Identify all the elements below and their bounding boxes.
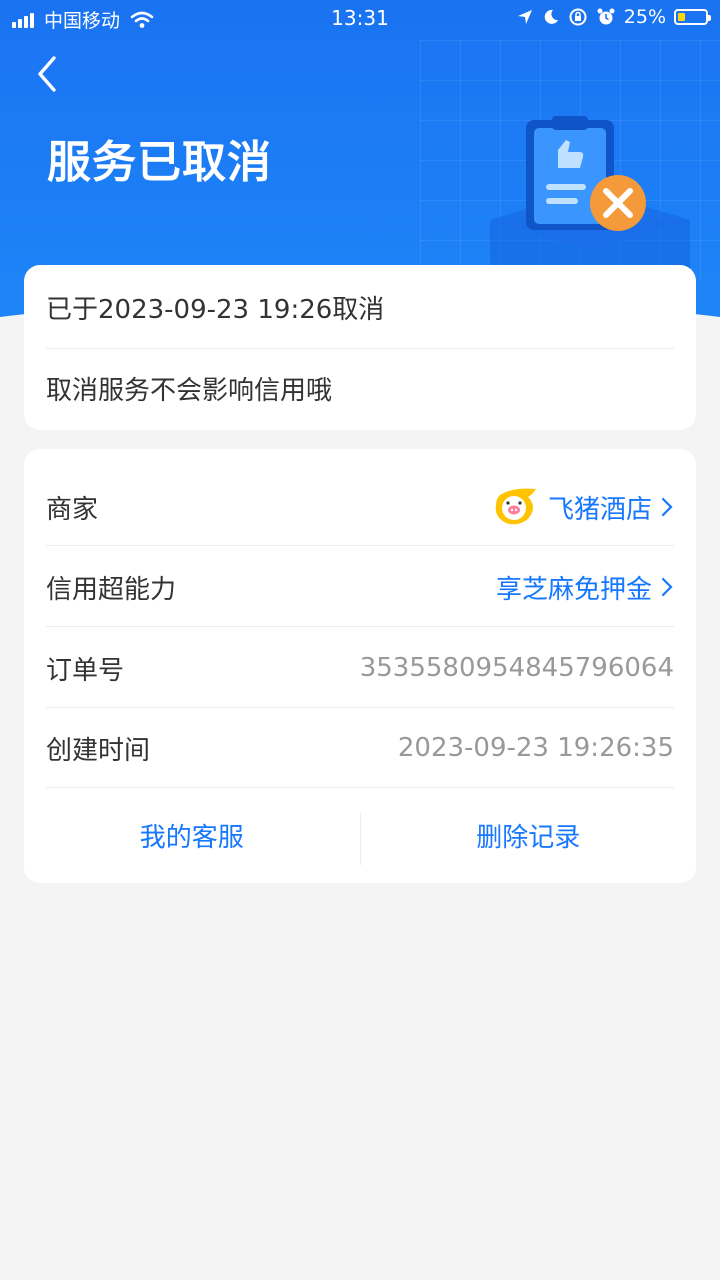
rotation-lock-icon (569, 8, 587, 26)
chevron-left-icon (38, 56, 56, 92)
credit-row[interactable]: 信用超能力 享芝麻免押金 (46, 547, 674, 627)
customer-service-button[interactable]: 我的客服 (24, 787, 360, 883)
merchant-link[interactable]: 飞猪酒店 (492, 487, 674, 527)
cancel-time-text: 已于2023-09-23 19:26取消 (46, 294, 385, 325)
action-bar: 我的客服 删除记录 (24, 787, 696, 883)
battery-icon (674, 9, 711, 25)
created-time-row: 创建时间 2023-09-23 19:26:35 (46, 708, 674, 788)
merchant-label: 商家 (46, 494, 99, 525)
order-number-label: 订单号 (46, 655, 125, 686)
credit-value: 享芝麻免押金 (495, 574, 652, 605)
divider (46, 626, 674, 627)
order-number-row: 订单号 3535580954845796064 (46, 628, 674, 708)
chevron-right-icon (661, 577, 673, 597)
created-time-label: 创建时间 (46, 735, 151, 766)
back-button[interactable] (30, 52, 70, 96)
divider (46, 545, 674, 546)
alarm-icon (597, 8, 615, 25)
battery-percent: 25% (623, 6, 666, 28)
merchant-name: 飞猪酒店 (547, 494, 652, 525)
moon-icon (544, 9, 558, 24)
credit-link[interactable]: 享芝麻免押金 (496, 569, 674, 606)
cancel-notice-card: 已于2023-09-23 19:26取消 取消服务不会影响信用哦 (24, 265, 696, 430)
credit-note-row: 取消服务不会影响信用哦 (46, 348, 674, 428)
status-bar: 中国移动 13:31 25% (0, 0, 720, 38)
fliggy-logo-icon (495, 488, 536, 525)
merchant-row[interactable]: 商家 飞猪酒店 (46, 467, 674, 547)
cancelled-document-icon (490, 116, 690, 280)
cancel-time-row: 已于2023-09-23 19:26取消 (46, 267, 674, 347)
credit-label: 信用超能力 (46, 574, 177, 605)
page-title: 服务已取消 (47, 137, 272, 188)
credit-note-text: 取消服务不会影响信用哦 (46, 375, 333, 406)
location-icon (517, 10, 532, 24)
order-number-value: 3535580954845796064 (359, 653, 674, 683)
delete-record-button[interactable]: 删除记录 (361, 787, 697, 883)
created-time-value: 2023-09-23 19:26:35 (397, 733, 674, 763)
chevron-right-icon (661, 497, 673, 517)
order-details-card: 商家 飞猪酒店 信用超能力 享芝麻免押金 订单号 353558095484579… (24, 449, 696, 883)
